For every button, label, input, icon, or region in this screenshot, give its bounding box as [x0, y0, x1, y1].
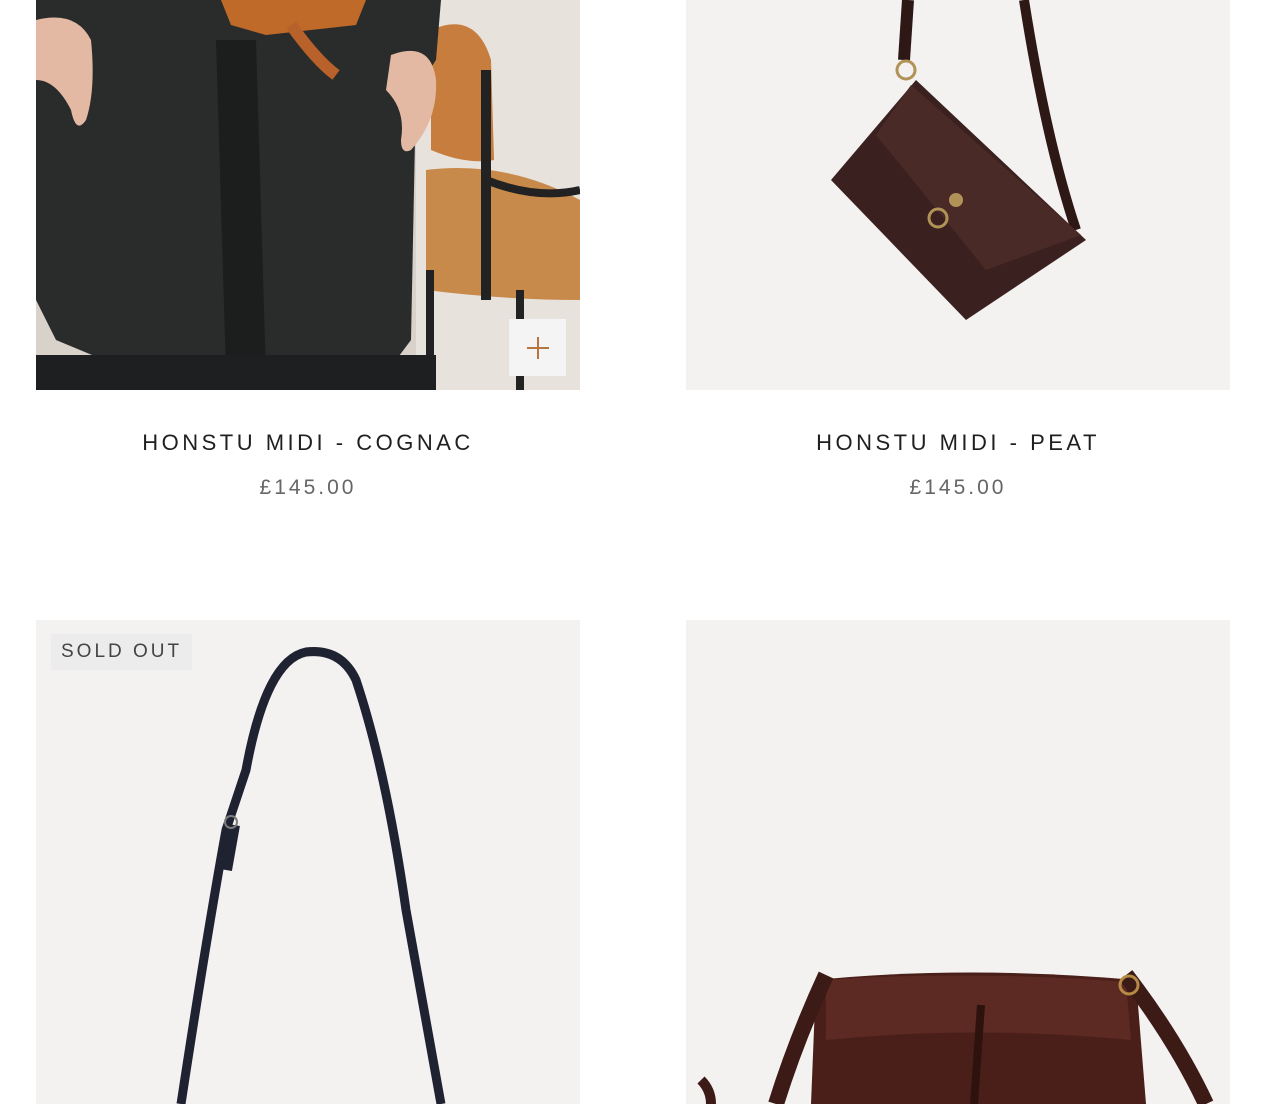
product-image[interactable] [686, 620, 1230, 1104]
sold-out-badge: SOLD OUT [51, 634, 193, 670]
product-image[interactable] [36, 0, 580, 390]
plus-icon [526, 336, 549, 359]
product-image[interactable] [686, 0, 1230, 390]
peat-crossbody-bag-photo [686, 0, 1230, 390]
product-title[interactable]: HONSTU MIDI - PEAT [686, 430, 1230, 456]
product-price: £145.00 [909, 476, 1007, 499]
product-card[interactable] [686, 620, 1230, 1104]
quick-add-button[interactable] [509, 319, 566, 376]
model-wearing-cognac-bag-photo [36, 0, 580, 390]
navy-shoulder-bag-photo [36, 620, 580, 1104]
product-card[interactable]: SOLD OUT [36, 620, 580, 1104]
brown-messenger-bag-photo [686, 620, 1230, 1104]
product-card[interactable]: HONSTU MIDI - PEAT £145.00 [686, 0, 1230, 500]
product-card[interactable]: HONSTU MIDI - COGNAC £145.00 [36, 0, 580, 500]
product-image[interactable]: SOLD OUT [36, 620, 580, 1104]
product-title[interactable]: HONSTU MIDI - COGNAC [36, 430, 580, 456]
product-price: £145.00 [259, 476, 357, 499]
